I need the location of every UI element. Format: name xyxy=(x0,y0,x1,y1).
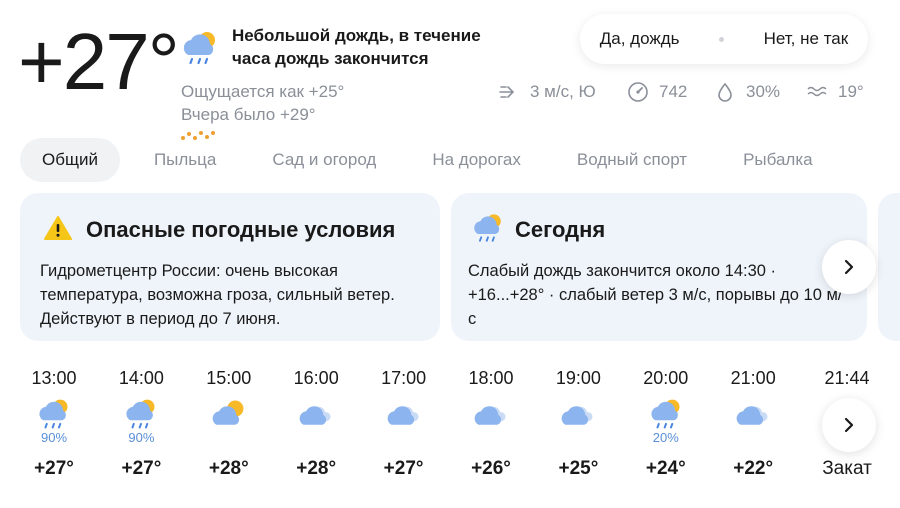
confirm-yes-button[interactable]: Да, дождь xyxy=(600,29,680,49)
cards-next-button[interactable] xyxy=(822,240,876,294)
water-temp-stat: 19° xyxy=(806,80,864,104)
hour-time: 14:00 xyxy=(118,368,164,388)
wind-stat: 3 м/с, Ю xyxy=(498,80,596,104)
cloud-icon xyxy=(384,396,424,432)
sunset-time: 21:44 xyxy=(824,368,870,388)
warning-card-title: Опасные погодные условия xyxy=(86,217,396,242)
hour-temperature: +25° xyxy=(558,458,599,479)
yesterday-temp: Вчера было +29° xyxy=(181,105,316,124)
hourly-next-button[interactable] xyxy=(822,398,876,452)
hour-temperature: +27° xyxy=(34,458,74,479)
hourly-item: 19:00 +25° xyxy=(543,368,613,479)
hourly-item: 14:00 90% +27° xyxy=(106,368,176,479)
tab-bar: Общий Пыльца Сад и огород На дорогах Вод… xyxy=(20,138,835,182)
hour-temperature: +27° xyxy=(383,458,424,479)
sunset-label: Закат xyxy=(822,458,872,479)
tab-roads[interactable]: На дорогах xyxy=(410,138,543,182)
tab-garden[interactable]: Сад и огород xyxy=(250,138,398,182)
hourly-item: 21:00 +22° xyxy=(718,368,788,479)
hour-time: 15:00 xyxy=(206,368,252,388)
hour-time: 20:00 xyxy=(643,368,689,388)
hour-temperature: +27° xyxy=(121,458,162,479)
chevron-right-icon xyxy=(844,259,854,275)
next-card-peek xyxy=(878,193,900,341)
water-temp-value: 19° xyxy=(838,82,864,101)
wind-value: 3 м/с, Ю xyxy=(530,82,596,101)
hourly-item: 16:00 +28° xyxy=(281,368,351,479)
rain-confirm-panel: Да, дождь Нет, не так xyxy=(580,14,868,64)
precipitation-probability: 20% xyxy=(652,430,679,445)
tab-water-sports[interactable]: Водный спорт xyxy=(555,138,709,182)
hour-time: 17:00 xyxy=(381,368,427,388)
precipitation-probability: 90% xyxy=(128,430,155,445)
cloud-icon xyxy=(558,396,598,432)
tab-fishing[interactable]: Рыбалка xyxy=(721,138,835,182)
sunset-item: 21:44 Закат xyxy=(812,368,882,479)
hour-time: 21:00 xyxy=(730,368,776,388)
rain-sun-cloud-icon xyxy=(646,396,686,432)
rain-sun-cloud-icon xyxy=(183,32,215,65)
pressure-gauge-icon xyxy=(628,82,648,102)
tab-pollen[interactable]: Пыльца xyxy=(132,138,238,182)
chevron-right-icon xyxy=(844,417,854,433)
precipitation-probability xyxy=(369,430,439,444)
warning-card[interactable]: Опасные погодные условия Гидрометцентр Р… xyxy=(20,193,440,341)
today-card[interactable]: Сегодня Слабый дождь закончится около 14… xyxy=(451,193,867,341)
today-card-body: Слабый дождь закончится около 14:30 · +1… xyxy=(468,262,843,328)
hourly-item: 18:00 +26° xyxy=(456,368,526,479)
precipitation-probability xyxy=(718,430,788,444)
condition-text: Небольшой дождь, в течение часа дождь за… xyxy=(232,26,481,68)
tab-general[interactable]: Общий xyxy=(20,138,120,182)
wind-icon xyxy=(499,86,515,98)
cloud-icon xyxy=(471,396,511,432)
hour-temperature: +24° xyxy=(645,458,686,479)
hour-time: 13:00 xyxy=(31,368,77,388)
hourly-item: 20:00 20% +24° xyxy=(631,368,701,479)
hour-temperature: +26° xyxy=(471,458,511,479)
hour-temperature: +22° xyxy=(733,458,774,479)
humidity-stat: 30% xyxy=(714,80,780,104)
feels-like: Ощущается как +25° xyxy=(181,82,345,101)
hour-time: 16:00 xyxy=(293,368,339,388)
precipitation-probability xyxy=(543,430,613,444)
current-temperature: +27° xyxy=(18,17,180,106)
hour-time: 18:00 xyxy=(468,368,514,388)
hourly-item: 15:00 +28° xyxy=(194,368,264,479)
confirm-no-button[interactable]: Нет, не так xyxy=(764,29,849,49)
hourly-item: 17:00 +27° xyxy=(369,368,439,479)
hour-temperature: +28° xyxy=(296,458,337,479)
warning-triangle-icon xyxy=(44,216,72,240)
warning-card-body: Гидрометцентр России: очень высокая темп… xyxy=(40,262,395,328)
pressure-value: 742 xyxy=(659,82,688,101)
hour-temperature: +28° xyxy=(208,458,249,479)
rain-sun-cloud-icon xyxy=(474,214,501,242)
humidity-value: 30% xyxy=(746,82,781,101)
separator-dot xyxy=(719,36,725,42)
pressure-stat: 742 xyxy=(627,80,687,104)
precipitation-probability xyxy=(281,430,351,444)
hour-time: 19:00 xyxy=(555,368,601,388)
precipitation-probability xyxy=(456,430,526,444)
cloud-icon xyxy=(296,396,336,432)
cloud-icon xyxy=(733,396,773,432)
rain-sun-cloud-icon xyxy=(34,396,74,432)
sun-cloud-icon xyxy=(209,396,249,432)
hourly-item: 13:00 90% +27° xyxy=(19,368,89,479)
today-card-title: Сегодня xyxy=(515,217,606,242)
water-waves-icon xyxy=(807,86,827,97)
precipitation-probability: 90% xyxy=(40,430,68,445)
humidity-drop-icon xyxy=(718,82,732,102)
rain-sun-cloud-icon xyxy=(121,396,161,432)
precipitation-probability xyxy=(194,430,264,444)
